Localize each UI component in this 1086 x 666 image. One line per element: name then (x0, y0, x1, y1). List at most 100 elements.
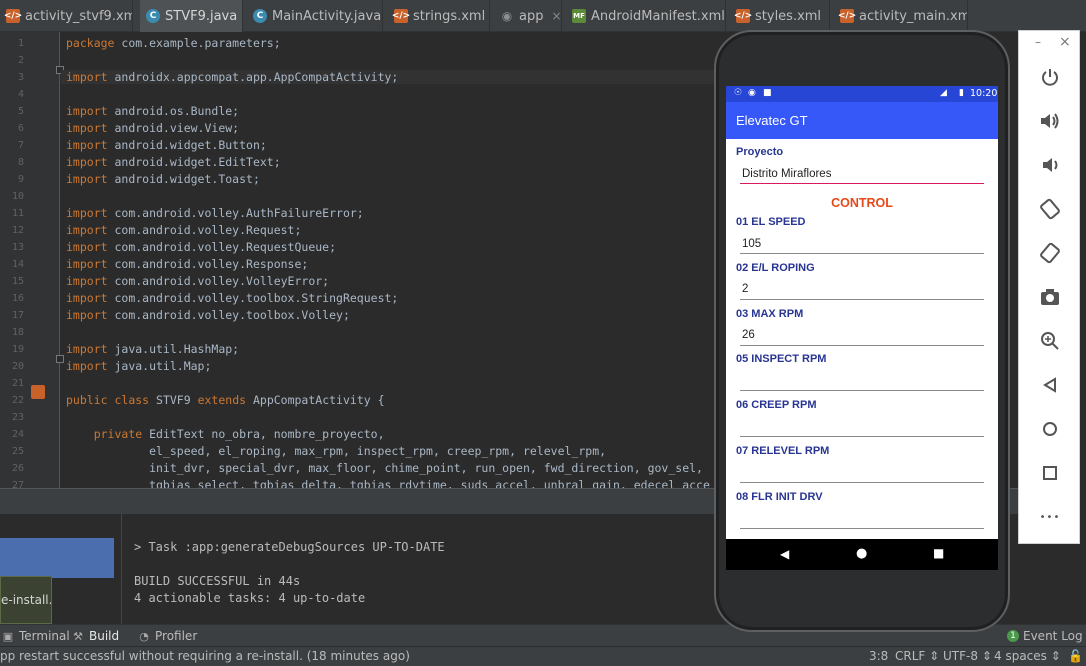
line-number: 6 (17, 123, 24, 134)
caret-position[interactable]: 3:8 (869, 649, 888, 663)
screenshot-button[interactable] (1035, 282, 1065, 312)
battery-icon: ▮ (959, 88, 964, 98)
rotate-right-icon (1040, 242, 1060, 264)
activity-layout-gutter-icon[interactable] (31, 385, 45, 399)
power-button[interactable] (1035, 62, 1065, 92)
code-line: import android.widget.EditText; (66, 155, 281, 169)
tab-app-gradle[interactable]: ◉ app × (494, 0, 562, 32)
camera-icon (1041, 289, 1059, 305)
tab-strings-xml[interactable]: </> strings.xml × (388, 0, 490, 32)
tab-activity-stvf9-xml[interactable]: </> activity_stvf9.xml × (0, 0, 133, 32)
tab-label: MainActivity.java (272, 8, 382, 24)
console-line: BUILD SUCCESSFUL in 44s (134, 574, 301, 588)
back-button[interactable] (1035, 370, 1065, 400)
code-editor[interactable]: package com.example.parameters; import an… (61, 32, 741, 488)
line-number: 18 (11, 327, 24, 338)
notification-text: e-install. (1, 593, 52, 607)
rotate-right-button[interactable] (1035, 238, 1065, 268)
code-line: el_speed, el_roping, max_rpm, inspect_rp… (66, 444, 607, 458)
lock-icon[interactable]: 🔓 (1068, 649, 1083, 663)
home-button[interactable] (1035, 414, 1065, 444)
proyecto-input[interactable] (740, 164, 984, 184)
line-number: 20 (11, 361, 24, 372)
line-number: 14 (11, 259, 24, 270)
parameter-input[interactable] (740, 463, 984, 483)
tab-stvf9-java[interactable]: C STVF9.java × (140, 0, 243, 32)
code-line: import com.android.volley.toolbox.Volley… (66, 308, 350, 322)
parameter-input[interactable] (740, 279, 984, 300)
tab-androidmanifest-xml[interactable]: MF AndroidManifest.xml × (566, 0, 726, 32)
xml-file-icon: </> (391, 9, 411, 23)
line-number: 4 (17, 89, 24, 100)
manifest-file-icon: MF (572, 9, 586, 23)
line-number: 8 (17, 157, 24, 168)
volume-up-button[interactable] (1035, 106, 1065, 136)
xml-file-icon: </> (837, 9, 857, 23)
status-message[interactable]: pp restart successful without requiring … (0, 649, 410, 663)
emulator-screen[interactable]: ☉ ◉ ■ ◢ ▮ 10:20 Elevatec GT Proyecto CON… (726, 86, 998, 570)
editor-scrollbar[interactable] (1080, 40, 1086, 620)
parameter-input[interactable] (740, 417, 984, 438)
tab-activity-main-xml[interactable]: </> activity_main.xml × (834, 0, 968, 32)
updown-icon: ⇕ (1050, 649, 1061, 663)
code-line: import com.android.volley.VolleyError; (66, 274, 330, 288)
parameter-label: 08 FLR INIT DRV (736, 490, 823, 503)
terminal-tool-button[interactable]: ▣ Terminal (2, 627, 70, 645)
overview-button[interactable] (1035, 458, 1065, 488)
parameter-input[interactable] (740, 508, 984, 529)
code-line: public class STVF9 extends AppCompatActi… (66, 393, 385, 407)
back-icon[interactable]: ◀ (780, 547, 789, 561)
indent-setting[interactable]: 4 spaces ⇕ (994, 649, 1061, 663)
line-number: 3 (17, 72, 24, 83)
build-tool-button[interactable]: ⚒ Build (72, 627, 119, 645)
xml-file-icon: </> (3, 9, 23, 23)
code-line: import com.android.volley.toolbox.String… (66, 291, 399, 305)
gradle-elephant-icon: ◉ (501, 9, 513, 23)
file-encoding[interactable]: UTF-8 ⇕ (943, 649, 992, 663)
recents-icon[interactable]: ■ (933, 546, 944, 560)
line-number: 23 (11, 412, 24, 423)
shield-icon: ☉ (734, 88, 743, 98)
close-button[interactable]: × (1059, 34, 1071, 50)
code-line: private EditText no_obra, nombre_proyect… (93, 427, 385, 441)
home-icon[interactable]: ● (856, 546, 867, 561)
app-title: Elevatec GT (736, 113, 808, 128)
tab-styles-xml[interactable]: </> styles.xml × (730, 0, 830, 32)
console-line: 4 actionable tasks: 4 up-to-date (134, 591, 366, 605)
parameter-input[interactable] (740, 234, 984, 254)
volume-down-button[interactable] (1035, 150, 1065, 180)
event-log-tool-button[interactable]: 1 Event Log (1007, 627, 1083, 645)
build-tree-selected-row[interactable] (0, 538, 114, 578)
tab-mainactivity-java[interactable]: C MainActivity.java × (247, 0, 383, 32)
code-line: import java.util.HashMap; (66, 342, 240, 356)
more-button[interactable]: ••• (1035, 502, 1065, 532)
line-number: 13 (11, 242, 24, 253)
tab-label: AndroidManifest.xml (591, 8, 725, 24)
parameter-label: 06 CREEP RPM (736, 399, 817, 412)
java-class-icon: C (146, 9, 160, 23)
updown-icon: ⇕ (981, 649, 992, 663)
line-number: 22 (11, 395, 24, 406)
close-icon[interactable]: × (829, 9, 830, 23)
line-number: 26 (11, 463, 24, 474)
notification-balloon[interactable]: e-install. (0, 576, 52, 624)
code-line: tqbias_select, tqbias_delta, tqbias_rdyt… (66, 478, 710, 488)
profiler-tool-button[interactable]: ◔ Profiler (138, 627, 197, 645)
close-icon[interactable]: × (551, 9, 561, 23)
console-line: > Task :app:generateDebugSources UP-TO-D… (134, 540, 445, 554)
line-number: 7 (17, 140, 24, 151)
indent-value: 4 spaces (994, 649, 1047, 663)
signal-icon: ◢ (940, 88, 947, 98)
parameter-input[interactable] (740, 325, 984, 346)
rotate-left-button[interactable] (1035, 194, 1065, 224)
code-line: package com.example.parameters; (66, 36, 281, 50)
code-line: import java.util.Map; (66, 359, 212, 373)
zoom-button[interactable] (1035, 326, 1065, 356)
minimize-button[interactable]: – (1035, 35, 1041, 49)
code-line: import com.android.volley.AuthFailureErr… (66, 206, 364, 220)
parameter-input[interactable] (740, 371, 984, 392)
line-separator[interactable]: CRLF ⇕ (895, 649, 939, 663)
parameter-label: 07 RELEVEL RPM (736, 445, 830, 457)
xml-file-icon: </> (733, 9, 753, 23)
line-number: 24 (11, 429, 24, 440)
